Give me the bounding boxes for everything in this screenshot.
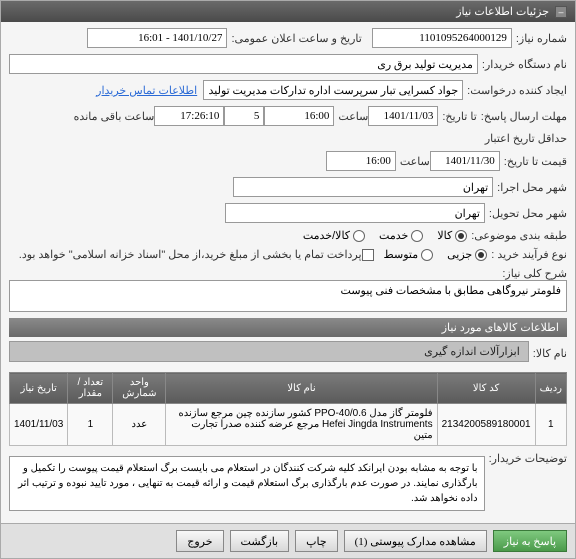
radio-checked-icon [475, 249, 487, 261]
lbl-need-no: شماره نیاز: [516, 32, 567, 45]
respond-button[interactable]: پاسخ به نیاز [493, 530, 567, 552]
cell-idx: 1 [535, 404, 566, 446]
valid-date-field[interactable] [430, 151, 500, 171]
lbl-buyer-notes: توضیحات خریدار: [489, 452, 567, 465]
resp-date-field[interactable] [368, 106, 438, 126]
radio-icon [353, 230, 365, 242]
lbl-category: طبقه بندی موضوعی: [471, 229, 567, 242]
radio-icon [421, 249, 433, 261]
table-row[interactable]: 1 2134200589180001 فلومتر گاز مدل PPO-40… [10, 404, 567, 446]
pub-datetime-field[interactable] [87, 28, 227, 48]
col-row: ردیف [535, 373, 566, 404]
cell-unit: عدد [113, 404, 166, 446]
col-date: تاریخ نیاز [10, 373, 68, 404]
radio-goods[interactable]: کالا [437, 229, 467, 242]
lbl-deliv-city: شهر محل تحویل: [489, 207, 567, 220]
need-desc-field[interactable] [9, 280, 567, 312]
col-code: کد کالا [437, 373, 535, 404]
items-table: ردیف کد کالا نام کالا واحد شمارش تعداد /… [9, 372, 567, 446]
lbl-hour1: ساعت [338, 110, 368, 123]
buyer-notes-box: با توجه به مشابه بودن ایرانکد کلیه شرکت … [9, 456, 485, 511]
col-name: نام کالا [166, 373, 437, 404]
remaining-time-field[interactable] [154, 106, 224, 126]
exec-city-field[interactable] [233, 177, 493, 197]
details-panel: – جزئیات اطلاعات نیاز شماره نیاز: تاریخ … [0, 0, 576, 559]
lbl-price-until: قیمت تا تاریخ: [504, 155, 567, 168]
requester-field[interactable] [203, 80, 463, 100]
cell-date: 1401/11/03 [10, 404, 68, 446]
radio-low[interactable]: جزیی [447, 248, 487, 261]
payment-checkbox[interactable] [362, 249, 374, 261]
resp-days-field[interactable] [224, 106, 264, 126]
lbl-hour2: ساعت [400, 155, 430, 168]
col-qty: تعداد / مقدار [68, 373, 113, 404]
lbl-remaining: ساعت باقی مانده [74, 110, 155, 123]
items-section-header: اطلاعات کالاهای مورد نیاز [9, 318, 567, 337]
lbl-pub-dt: تاریخ و ساعت اعلان عمومی: [231, 32, 361, 45]
col-unit: واحد شمارش [113, 373, 166, 404]
cell-code: 2134200589180001 [437, 404, 535, 446]
exit-button[interactable]: خروج [176, 530, 223, 552]
deliv-city-field[interactable] [225, 203, 485, 223]
lbl-until1: تا تاریخ: [442, 110, 476, 123]
radio-both[interactable]: کالا/خدمت [303, 229, 365, 242]
contact-link[interactable]: اطلاعات تماس خریدار [96, 84, 197, 97]
radio-icon [411, 230, 423, 242]
item-name-value: ابزارآلات اندازه گیری [9, 341, 529, 362]
lbl-resp-deadline: مهلت ارسال پاسخ: [481, 110, 567, 123]
lbl-need-desc: شرح کلی نیاز: [502, 267, 567, 280]
lbl-item-name: نام کالا: [533, 347, 567, 360]
radio-mid[interactable]: متوسط [384, 248, 434, 261]
lbl-requester: ایجاد کننده درخواست: [467, 84, 567, 97]
lbl-buy-process: نوع فرآیند خرید : [491, 248, 567, 261]
button-bar: پاسخ به نیاز مشاهده مدارک پیوستی (1) چاپ… [1, 523, 575, 558]
radio-service[interactable]: خدمت [379, 229, 423, 242]
back-button[interactable]: بازگشت [230, 530, 290, 552]
collapse-icon[interactable]: – [555, 6, 567, 18]
radio-checked-icon [455, 230, 467, 242]
buyer-name-field[interactable] [9, 54, 478, 74]
panel-header: – جزئیات اطلاعات نیاز [1, 1, 575, 22]
lbl-buyer: نام دستگاه خریدار: [482, 58, 567, 71]
cell-qty: 1 [68, 404, 113, 446]
cell-name: فلومتر گاز مدل PPO-40/0.6 کشور سازنده چی… [166, 404, 437, 446]
resp-hour-field[interactable] [264, 106, 334, 126]
need-number-field[interactable] [372, 28, 512, 48]
attachments-button[interactable]: مشاهده مدارک پیوستی (1) [344, 530, 487, 552]
lbl-payment-note: پرداخت تمام یا بخشی از مبلغ خرید،از محل … [19, 248, 362, 261]
lbl-exec-city: شهر محل اجرا: [497, 181, 567, 194]
lbl-valid-deadline: حداقل تاریخ اعتبار [485, 132, 567, 145]
valid-hour-field[interactable] [326, 151, 396, 171]
print-button[interactable]: چاپ [295, 530, 338, 552]
panel-title: جزئیات اطلاعات نیاز [456, 5, 549, 18]
